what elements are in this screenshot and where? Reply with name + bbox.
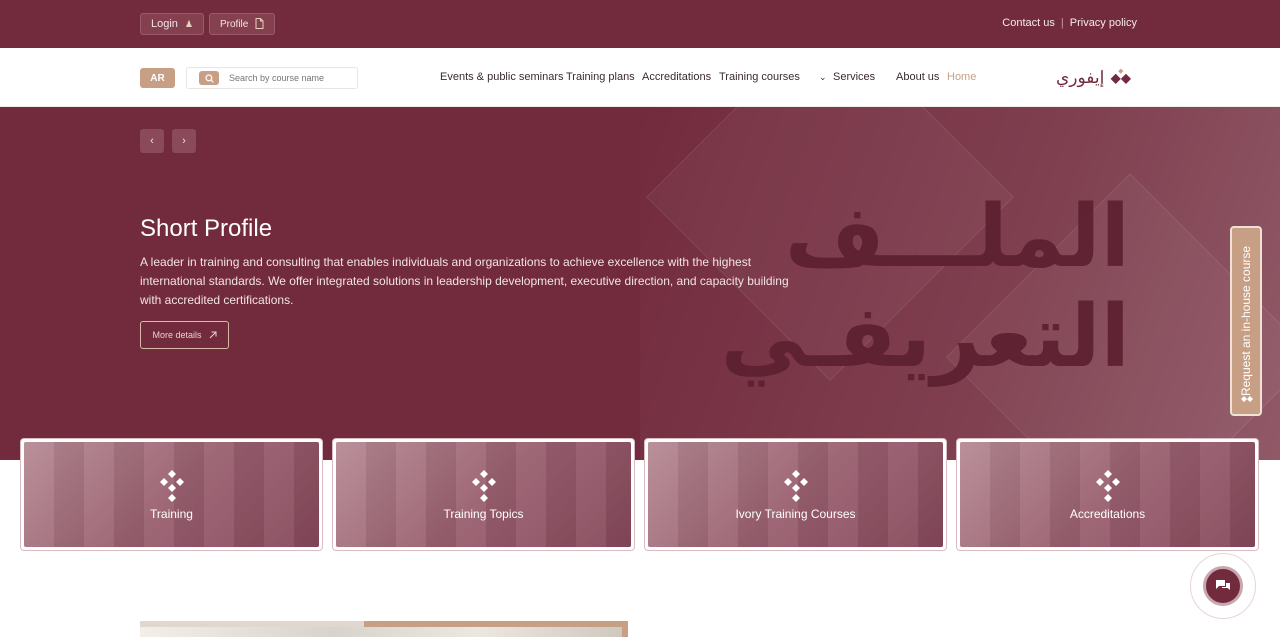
category-card-ivory-courses[interactable]: Ivory Training Courses bbox=[644, 438, 947, 551]
hero-section: ‹ › الملـــف التعريفـي Short Profile A l… bbox=[0, 107, 1280, 460]
search-input[interactable] bbox=[229, 73, 349, 83]
nav-training-courses[interactable]: Training courses bbox=[719, 71, 800, 83]
hero-description: A leader in training and consulting that… bbox=[140, 255, 789, 307]
contact-link[interactable]: Contact us bbox=[1002, 17, 1055, 29]
nav-home[interactable]: Home bbox=[947, 71, 976, 83]
emblem-icon bbox=[783, 470, 808, 502]
card-label: Training bbox=[150, 507, 193, 521]
emblem-icon bbox=[471, 470, 496, 502]
nav-accreditations[interactable]: Accreditations bbox=[642, 71, 711, 83]
request-course-tab[interactable]: Request an in-house course bbox=[1230, 226, 1262, 416]
more-details-label: More details bbox=[152, 330, 202, 340]
link-separator: | bbox=[1060, 17, 1064, 29]
card-image: Ivory Training Courses bbox=[648, 442, 943, 547]
chevron-down-icon[interactable]: ⌄ bbox=[819, 72, 827, 83]
login-label: Login bbox=[151, 18, 178, 30]
profile-label: Profile bbox=[220, 18, 249, 30]
emblem-icon bbox=[159, 470, 184, 502]
photo bbox=[140, 627, 622, 637]
category-card-accreditations[interactable]: Accreditations bbox=[956, 438, 1259, 551]
chat-button[interactable] bbox=[1190, 553, 1256, 619]
document-icon bbox=[255, 17, 264, 31]
more-details-button[interactable]: More details bbox=[140, 321, 229, 349]
section-image bbox=[140, 621, 628, 637]
arrow-up-right-icon bbox=[209, 331, 217, 339]
privacy-link[interactable]: Privacy policy bbox=[1070, 17, 1137, 29]
chat-icon bbox=[1203, 566, 1243, 606]
request-course-label: Request an in-house course bbox=[1239, 245, 1253, 397]
nav-training-plans[interactable]: Training plans bbox=[566, 71, 635, 83]
card-image: Accreditations bbox=[960, 442, 1255, 547]
profile-button[interactable]: Profile bbox=[209, 13, 276, 35]
logo-text: إيفوري bbox=[1056, 68, 1105, 88]
top-links: Contact us | Privacy policy bbox=[1002, 17, 1137, 29]
site-logo[interactable]: إيفوري bbox=[1056, 64, 1134, 92]
card-label: Accreditations bbox=[1069, 507, 1146, 521]
nav-services[interactable]: Services bbox=[833, 71, 875, 83]
search-box bbox=[186, 67, 358, 89]
top-bar: Login ♟ Profile Contact us | Privacy pol… bbox=[0, 0, 1280, 48]
logo-mark-icon bbox=[1241, 396, 1253, 402]
hero-title: Short Profile bbox=[140, 215, 273, 242]
card-image: Training bbox=[24, 442, 319, 547]
category-card-training-topics[interactable]: Training Topics bbox=[332, 438, 635, 551]
main-navbar: AR Events & public seminars Training pla… bbox=[0, 48, 1280, 107]
card-label: Training Topics bbox=[443, 507, 524, 521]
next-slide-button[interactable]: › bbox=[172, 129, 196, 153]
emblem-icon bbox=[1095, 470, 1120, 502]
language-toggle-button[interactable]: AR bbox=[140, 68, 175, 88]
nav-events[interactable]: Events & public seminars bbox=[440, 71, 564, 83]
nav-about[interactable]: About us bbox=[896, 71, 939, 83]
login-button[interactable]: Login ♟ bbox=[140, 13, 204, 35]
search-icon bbox=[204, 73, 214, 83]
prev-slide-button[interactable]: ‹ bbox=[140, 129, 164, 153]
search-button[interactable] bbox=[199, 71, 219, 85]
card-label: Ivory Training Courses bbox=[735, 507, 856, 521]
user-icon: ♟ bbox=[184, 18, 193, 29]
category-card-training[interactable]: Training bbox=[20, 438, 323, 551]
card-image: Training Topics bbox=[336, 442, 631, 547]
logo-mark-icon bbox=[1110, 68, 1132, 84]
